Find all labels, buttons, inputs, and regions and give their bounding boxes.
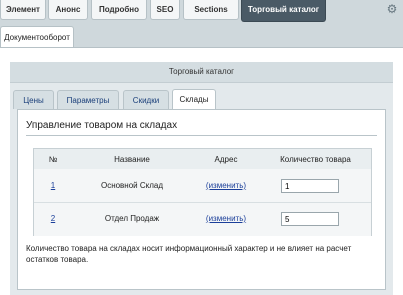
warehouse-table: № Название Адрес Количество товара 1 Осн…: [33, 148, 372, 236]
tab-sections[interactable]: Sections: [183, 0, 239, 20]
trade-catalog-panel: Торговый каталог Цены Параметры Скидки С…: [10, 62, 393, 295]
table-row: 1 Основной Склад (изменить): [34, 169, 371, 202]
tab-announce[interactable]: Анонс: [48, 0, 88, 20]
warehouses-content: Управление товаром на складах № Название…: [17, 109, 386, 290]
subtab-discounts[interactable]: Скидки: [123, 90, 169, 109]
tab-trade-catalog[interactable]: Торговый каталог: [241, 0, 326, 22]
tab-document-flow[interactable]: Документооборот: [0, 26, 74, 47]
header-address: Адрес: [214, 155, 238, 164]
table-header: № Название Адрес Количество товара: [34, 149, 371, 170]
tab-details[interactable]: Подробно: [91, 0, 147, 20]
info-note: Количество товара на складах носит инфор…: [26, 244, 352, 264]
section-title: Управление товаром на складах: [26, 120, 178, 131]
edit-address-link[interactable]: (изменить): [192, 181, 260, 190]
tab-seo[interactable]: SEO: [150, 0, 180, 20]
top-tab-bar: Элемент Анонс Подробно SEO Sections Торг…: [0, 0, 403, 22]
subtab-parameters[interactable]: Параметры: [57, 90, 119, 109]
warehouse-name: Отдел Продаж: [104, 214, 160, 223]
row-number-link[interactable]: 1: [34, 181, 72, 190]
table-row: 2 Отдел Продаж (изменить): [34, 202, 371, 236]
header-quantity: Количество товара: [280, 155, 351, 164]
page-body: Торговый каталог Цены Параметры Скидки С…: [0, 47, 403, 295]
gear-icon[interactable]: ⚙: [386, 3, 398, 15]
second-tab-bar: Документооборот: [0, 22, 403, 47]
quantity-input[interactable]: [281, 212, 339, 226]
header-name: Название: [114, 155, 150, 164]
panel-title: Торговый каталог: [10, 62, 393, 83]
subtab-prices[interactable]: Цены: [13, 90, 54, 109]
quantity-input[interactable]: [281, 179, 339, 193]
subtab-warehouses[interactable]: Склады: [172, 89, 216, 110]
header-num: №: [48, 155, 58, 164]
divider: [26, 135, 377, 136]
edit-address-link[interactable]: (изменить): [192, 214, 260, 223]
warehouse-name: Основной Склад: [100, 181, 164, 190]
row-number-link[interactable]: 2: [34, 214, 72, 223]
tab-element[interactable]: Элемент: [0, 0, 46, 20]
